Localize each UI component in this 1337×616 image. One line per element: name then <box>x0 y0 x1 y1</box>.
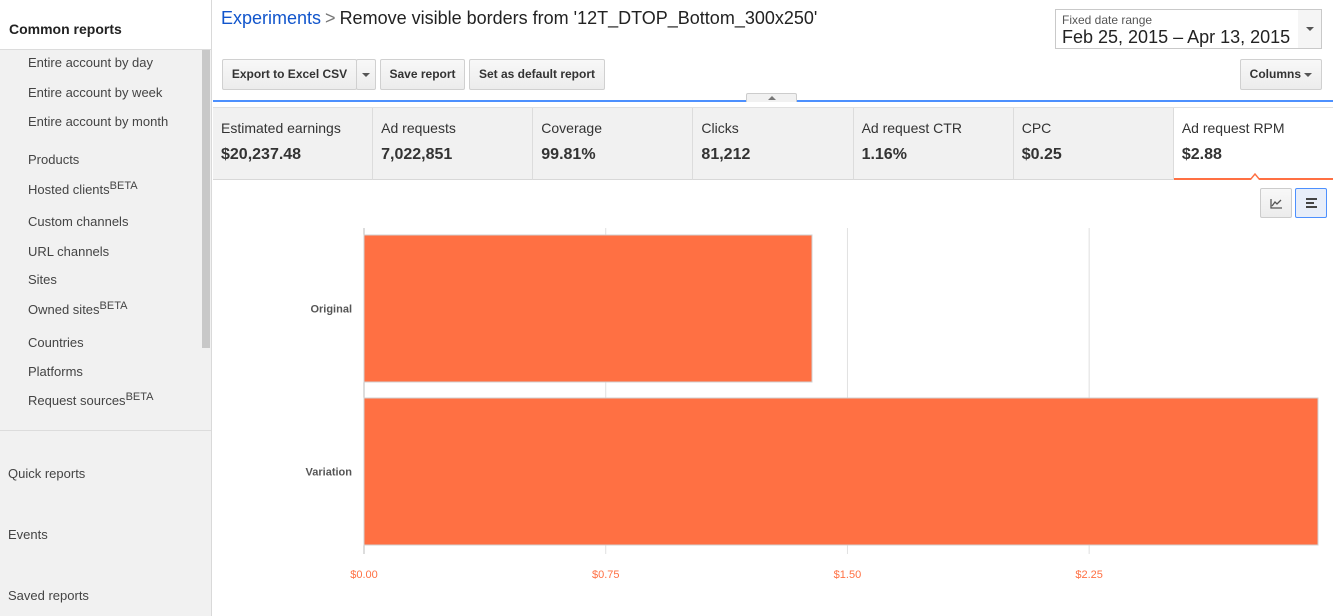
chevron-up-icon <box>768 96 776 100</box>
sidebar-item-entire-account-by-week[interactable]: Entire account by week <box>28 85 162 100</box>
sidebar-item-url-channels[interactable]: URL channels <box>28 244 109 259</box>
x-tick-label: $1.50 <box>834 569 862 581</box>
metric-clicks[interactable]: Clicks 81,212 <box>693 108 854 180</box>
common-reports-label: Common reports <box>9 21 122 37</box>
line-chart-icon <box>1270 199 1282 209</box>
x-tick-label: $0.75 <box>592 569 620 581</box>
common-reports-header[interactable]: Common reports <box>0 0 211 50</box>
sidebar-item-saved-reports[interactable]: Saved reports <box>8 588 89 603</box>
metric-value: 7,022,851 <box>381 146 453 163</box>
collapse-toolbar-toggle[interactable] <box>746 93 797 102</box>
metric-label: Estimated earnings <box>221 120 341 136</box>
chevron-down-icon <box>1304 72 1313 77</box>
sidebar-item-owned-sites[interactable]: Owned sitesBETA <box>28 300 128 317</box>
beta-badge: BETA <box>109 180 138 192</box>
date-range-dropdown-button[interactable] <box>1298 9 1322 49</box>
metric-label: Ad request RPM <box>1181 120 1285 136</box>
active-metric-indicator <box>1249 172 1260 180</box>
sidebar-item-countries[interactable]: Countries <box>28 335 84 350</box>
metric-label: CPC <box>1021 120 1052 136</box>
bar-chart-icon <box>1306 198 1317 208</box>
breadcrumb: Experiments > Remove visible borders from … <box>221 8 817 29</box>
sidebar: Common reports Entire account by day Ent… <box>0 0 212 616</box>
breadcrumb-separator: > <box>325 8 336 28</box>
page-title: Remove visible borders from '12T_DTOP_Bo… <box>339 8 818 28</box>
rpm-bar-chart: Original Variation $0.00 $0.75 $1.50 $2.25 <box>306 228 1319 581</box>
sidebar-item-entire-account-by-day[interactable]: Entire account by day <box>28 55 153 70</box>
sidebar-item-request-sources[interactable]: Request sourcesBETA <box>28 391 154 408</box>
x-tick-label: $2.25 <box>1075 569 1103 581</box>
beta-badge: BETA <box>99 300 128 312</box>
metric-value: 1.16% <box>861 146 907 163</box>
chevron-down-icon <box>362 72 370 77</box>
columns-button[interactable]: Columns <box>1240 59 1322 90</box>
metric-value: 81,212 <box>701 146 751 163</box>
date-range-value: Feb 25, 2015 – Apr 13, 2015 <box>1062 27 1291 47</box>
metric-cpc[interactable]: CPC $0.25 <box>1013 108 1174 180</box>
sidebar-item-platforms[interactable]: Platforms <box>28 364 83 379</box>
metric-value: 99.81% <box>541 146 596 163</box>
metric-ad-requests[interactable]: Ad requests 7,022,851 <box>373 108 534 180</box>
sidebar-item-sites[interactable]: Sites <box>28 272 57 287</box>
set-default-report-button[interactable]: Set as default report <box>469 59 605 90</box>
metric-label: Ad requests <box>381 120 456 136</box>
sidebar-divider <box>0 430 211 431</box>
export-options-dropdown[interactable] <box>356 59 376 90</box>
beta-badge: BETA <box>125 391 154 403</box>
category-label: Variation <box>306 467 353 479</box>
sidebar-item-custom-channels[interactable]: Custom channels <box>28 214 128 229</box>
metric-ad-request-rpm[interactable]: Ad request RPM $2.88 <box>1173 108 1333 180</box>
metric-value: $20,237.48 <box>221 146 302 163</box>
x-tick-label: $0.00 <box>350 569 378 581</box>
line-chart-toggle[interactable] <box>1260 188 1292 218</box>
metric-coverage[interactable]: Coverage 99.81% <box>533 108 694 180</box>
export-csv-button[interactable]: Export to Excel CSV <box>222 59 357 90</box>
bar-chart-toggle[interactable] <box>1295 188 1327 218</box>
category-label: Original <box>310 304 352 316</box>
breadcrumb-experiments-link[interactable]: Experiments <box>221 8 321 28</box>
date-range-label: Fixed date range <box>1062 13 1153 27</box>
sidebar-item-hosted-clients[interactable]: Hosted clientsBETA <box>28 180 138 197</box>
sidebar-item-quick-reports[interactable]: Quick reports <box>8 466 85 481</box>
metric-label: Coverage <box>541 120 602 136</box>
sidebar-item-events[interactable]: Events <box>8 527 48 542</box>
sidebar-item-entire-account-by-month[interactable]: Entire account by month <box>28 114 168 129</box>
date-range-selector[interactable]: Fixed date range Feb 25, 2015 – Apr 13, … <box>1055 9 1299 49</box>
metric-label: Clicks <box>701 120 739 136</box>
metric-value: $2.88 <box>1181 146 1222 163</box>
bar-original <box>363 234 813 383</box>
bar-variation <box>363 397 1319 546</box>
chevron-down-icon <box>1306 27 1314 31</box>
save-report-button[interactable]: Save report <box>380 59 465 90</box>
metric-label: Ad request CTR <box>861 120 962 136</box>
sidebar-item-products[interactable]: Products <box>28 152 79 167</box>
metric-estimated-earnings[interactable]: Estimated earnings $20,237.48 <box>213 108 374 180</box>
metric-value: $0.25 <box>1021 146 1062 163</box>
sidebar-scrollbar[interactable] <box>202 50 210 348</box>
metric-ad-request-ctr[interactable]: Ad request CTR 1.16% <box>853 108 1014 180</box>
metrics-bar: Estimated earnings $20,237.48 Ad request… <box>213 107 1333 180</box>
